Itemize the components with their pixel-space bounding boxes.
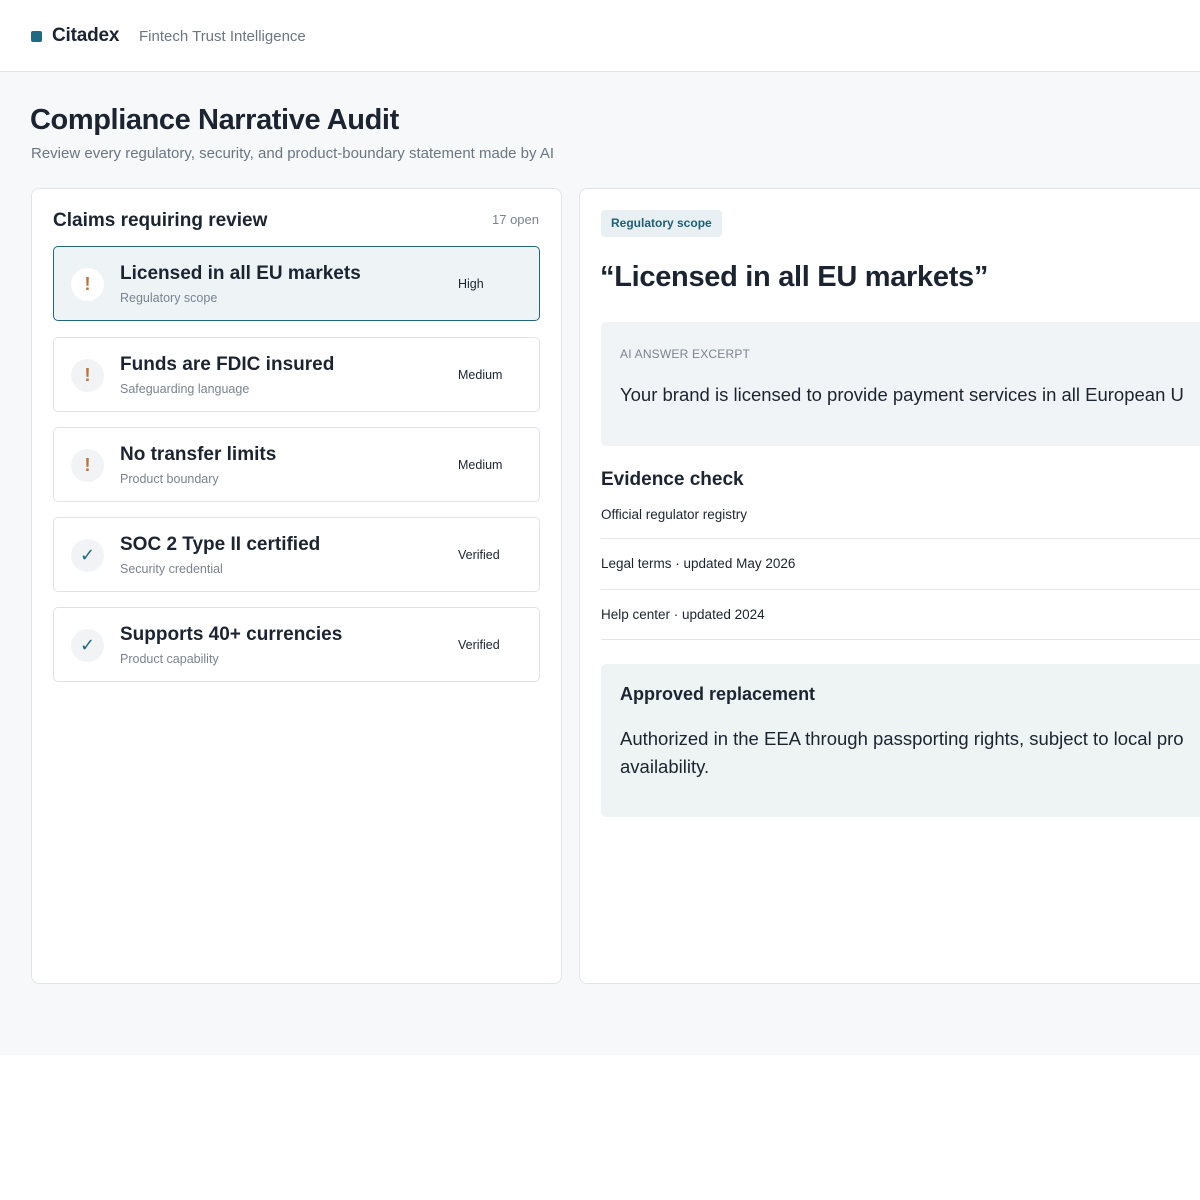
evidence-row[interactable]: Official regulator registry: [601, 507, 1200, 539]
claim-title: No transfer limits: [120, 444, 277, 465]
claim-category: Product boundary: [120, 472, 219, 486]
page-subtitle: Review every regulatory, security, and p…: [31, 145, 555, 162]
claim-card-eu-licensing[interactable]: ! Licensed in all EU markets Regulatory …: [53, 246, 540, 321]
claim-category: Product capability: [120, 652, 219, 666]
claim-category: Security credential: [120, 562, 223, 576]
brand-tagline: Fintech Trust Intelligence: [139, 28, 306, 45]
claim-card-currencies[interactable]: ✓ Supports 40+ currencies Product capabi…: [53, 607, 540, 682]
claim-card-fdic-insured[interactable]: ! Funds are FDIC insured Safeguarding la…: [53, 337, 540, 412]
claim-category: Safeguarding language: [120, 382, 250, 396]
brand-name[interactable]: Citadex: [52, 25, 119, 47]
warning-icon: !: [71, 449, 104, 482]
claim-card-transfer-limits[interactable]: ! No transfer limits Product boundary Me…: [53, 427, 540, 502]
claims-panel-title: Claims requiring review: [53, 210, 268, 231]
replacement-title: Approved replacement: [620, 684, 816, 704]
page-title: Compliance Narrative Audit: [30, 104, 399, 136]
claim-title: Supports 40+ currencies: [120, 624, 343, 645]
claim-title: Licensed in all EU markets: [120, 263, 361, 284]
claim-card-soc2[interactable]: ✓ SOC 2 Type II certified Security crede…: [53, 517, 540, 592]
evidence-check-title: Evidence check: [601, 469, 744, 490]
claim-category: Regulatory scope: [120, 291, 218, 305]
open-claims-count: 17 open: [492, 212, 539, 227]
claim-quote: “Licensed in all EU markets”: [600, 261, 989, 293]
claim-severity-badge: Verified: [458, 638, 500, 652]
warning-icon: !: [71, 268, 104, 301]
claim-severity-badge: Medium: [458, 458, 503, 472]
claim-title: Funds are FDIC insured: [120, 354, 335, 375]
top-bar: Citadex Fintech Trust Intelligence: [0, 0, 1200, 72]
excerpt-text: Your brand is licensed to provide paymen…: [620, 384, 1184, 405]
claim-title: SOC 2 Type II certified: [120, 534, 321, 555]
check-icon: ✓: [71, 629, 104, 662]
scope-badge: Regulatory scope: [601, 210, 722, 237]
ai-answer-excerpt: AI ANSWER EXCERPT Your brand is licensed…: [601, 322, 1200, 446]
claim-severity-badge: Medium: [458, 368, 503, 382]
evidence-row[interactable]: Legal terms · updated May 2026: [601, 539, 1200, 590]
approved-replacement: Approved replacement Authorized in the E…: [601, 664, 1200, 817]
brand-logo-icon: [31, 31, 42, 42]
evidence-row[interactable]: Help center · updated 2024: [601, 590, 1200, 640]
warning-icon: !: [71, 359, 104, 392]
excerpt-label: AI ANSWER EXCERPT: [620, 347, 751, 361]
claim-severity-badge: Verified: [458, 548, 500, 562]
app-window: Citadex Fintech Trust Intelligence Compl…: [0, 0, 1200, 1055]
check-icon: ✓: [71, 539, 104, 572]
replacement-text: Authorized in the EEA through passportin…: [620, 728, 1184, 777]
claim-detail-panel: Regulatory scope “Licensed in all EU mar…: [579, 188, 1200, 984]
claims-panel: Claims requiring review 17 open ! Licens…: [31, 188, 562, 984]
claim-severity-badge: High: [458, 277, 484, 291]
